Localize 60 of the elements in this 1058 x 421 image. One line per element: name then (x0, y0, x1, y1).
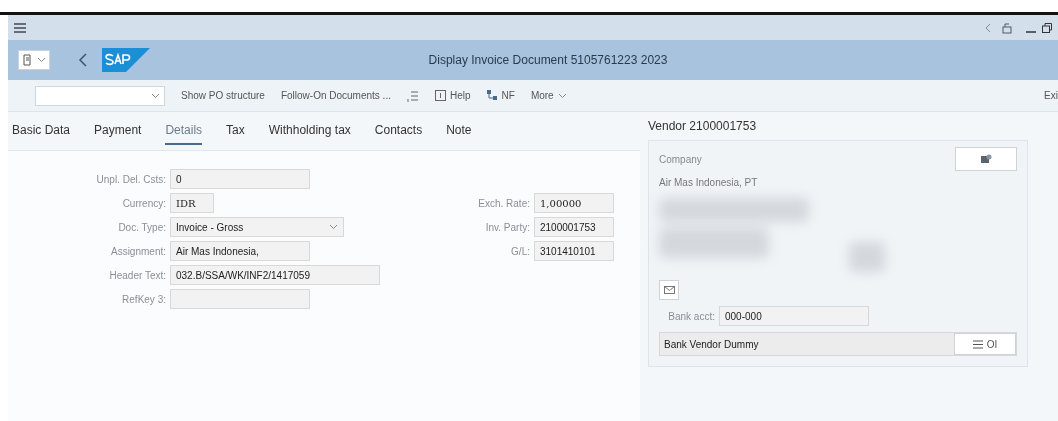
field-label: Currency: (121, 197, 166, 209)
select-field[interactable]: Invoice - Gross (170, 217, 344, 237)
hierarchy-icon (486, 90, 498, 101)
app-menu-button[interactable] (18, 50, 50, 70)
list-icon (972, 339, 983, 349)
field-label: Assignment: (109, 245, 166, 257)
bank-list-button[interactable]: OI (954, 333, 1016, 355)
toolbar-button[interactable]: Show PO structure (181, 90, 265, 101)
lock-icon[interactable] (1002, 21, 1012, 34)
more-button[interactable]: More (530, 90, 567, 101)
field-label: G/L: (510, 245, 530, 257)
field-label: Unpl. Del. Csts: (95, 173, 166, 185)
bank-name: Bank Vendor Dummy (663, 338, 759, 350)
input-field[interactable]: 032.B/SSA/WK/INF2/1417059 (170, 265, 380, 285)
exit-button[interactable]: Exi (1044, 90, 1058, 101)
field-label: RefKey 3: (121, 293, 166, 305)
caret-icon (151, 92, 160, 99)
tab[interactable]: Tax (226, 117, 245, 145)
tab[interactable]: Basic Data (12, 117, 71, 145)
caret-icon (36, 57, 46, 63)
restore-icon[interactable] (1042, 22, 1052, 33)
section-title: Vendor 2100001753 (648, 118, 758, 135)
vendor-name: Air Mas Indonesia, PT (659, 177, 759, 188)
field-label: Header Text: (108, 269, 166, 281)
field-label: Inv. Party: (484, 221, 530, 233)
caret-icon (557, 92, 567, 99)
tab[interactable]: Withholding tax (268, 117, 351, 145)
tab[interactable]: Details (165, 117, 203, 145)
input-field[interactable]: 2100001753 (534, 217, 614, 237)
logo-icon (102, 48, 150, 72)
input-field[interactable] (170, 289, 310, 309)
caret-icon (329, 224, 338, 230)
document-icon (22, 54, 33, 66)
tab[interactable]: Note (446, 117, 472, 145)
input-field[interactable]: 000-000 (719, 306, 869, 326)
back-icon[interactable] (78, 53, 88, 67)
envelope-icon (663, 286, 675, 294)
toolbar-button[interactable]: Help (434, 90, 471, 101)
email-button[interactable] (659, 280, 679, 300)
list-icon[interactable] (406, 89, 419, 102)
input-field[interactable]: 0 (170, 169, 310, 189)
tab[interactable]: Payment (94, 117, 142, 145)
window-title: Display Invoice Document 5105761223 2023 (427, 53, 669, 67)
input-field[interactable]: 3101410101 (534, 241, 614, 261)
input-field[interactable]: 1,00000 (534, 193, 614, 213)
back-icon[interactable] (984, 22, 992, 33)
dropdown-field[interactable] (35, 85, 165, 106)
help-icon (434, 90, 446, 101)
contact-button[interactable] (955, 147, 1017, 171)
person-card-icon (980, 154, 992, 164)
field-label: Doc. Type: (117, 221, 166, 233)
field-label: Exch. Rate: (477, 197, 530, 209)
toolbar-button[interactable]: Follow-On Documents ... (280, 90, 391, 101)
menu-icon[interactable] (14, 22, 26, 33)
toolbar-button[interactable]: NF (486, 90, 515, 101)
tab[interactable]: Contacts (374, 117, 423, 145)
field-label: Bank acct: (667, 310, 715, 322)
company-label: Company (659, 153, 702, 165)
input-field[interactable]: IDR (170, 193, 214, 213)
input-field[interactable]: Air Mas Indonesia, (170, 241, 310, 261)
